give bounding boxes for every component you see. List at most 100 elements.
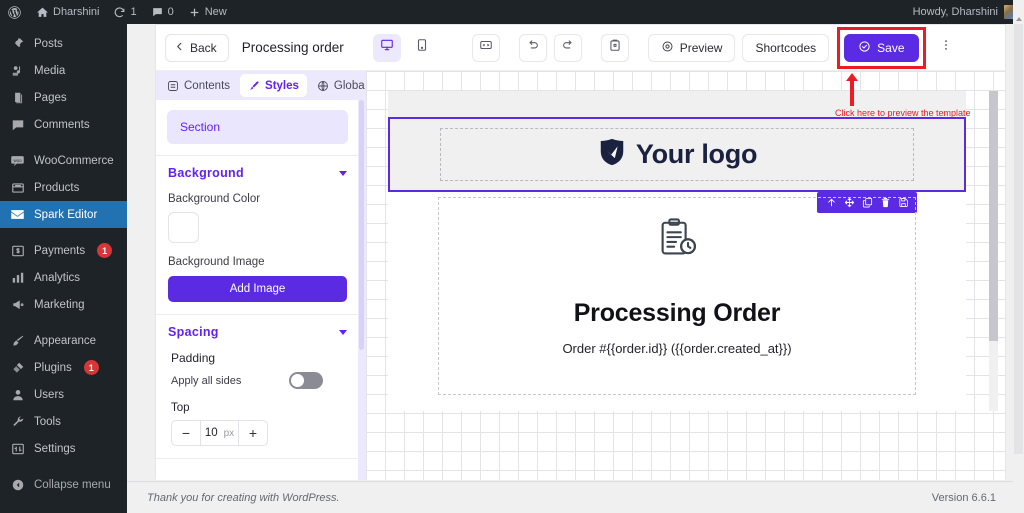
sidebar-item-pages[interactable]: Pages xyxy=(0,84,127,111)
spacing-group-header[interactable]: Spacing xyxy=(168,325,347,339)
sidebar-item-collapse-menu[interactable]: Collapse menu xyxy=(0,471,127,498)
stepper-decrement-button[interactable]: − xyxy=(172,421,200,445)
sidebar-item-spark-editor[interactable]: Spark Editor xyxy=(0,201,127,228)
sidebar-item-plugins[interactable]: Plugins 1 xyxy=(0,354,127,381)
comments-count: 0 xyxy=(167,6,174,18)
desktop-view-button[interactable] xyxy=(372,33,401,62)
shortcodes-label: Shortcodes xyxy=(755,40,817,55)
sidebar-item-label: Settings xyxy=(34,442,76,455)
mobile-view-button[interactable] xyxy=(407,33,436,62)
footer-version: Version 6.6.1 xyxy=(931,491,996,504)
sidebar-item-products[interactable]: Products xyxy=(0,174,127,201)
padding-top-stepper[interactable]: − 10 px + xyxy=(171,420,268,446)
screen: Dharshini 1 0 New Howdy, Dharshini Posts… xyxy=(0,0,1024,513)
new-content-menu[interactable]: New xyxy=(181,0,234,24)
sidebar-item-woocommerce[interactable]: woo WooCommerce xyxy=(0,147,127,174)
more-options-button[interactable] xyxy=(936,34,956,62)
sidebar-item-appearance[interactable]: Appearance xyxy=(0,327,127,354)
shortcodes-button[interactable]: Shortcodes xyxy=(742,33,830,62)
updates-count: 1 xyxy=(130,6,137,18)
panel-scroll-area: Section Background Background Color Back… xyxy=(156,100,359,480)
sidebar-item-label: Posts xyxy=(34,37,63,50)
template-header-section[interactable]: Your logo xyxy=(388,117,966,192)
template-body-section[interactable]: Processing Order Order #{{order.id}} ({{… xyxy=(388,192,966,411)
payments-icon xyxy=(9,242,26,259)
wordpress-logo-icon[interactable] xyxy=(0,0,29,24)
pages-icon xyxy=(9,89,26,106)
undo-button[interactable] xyxy=(518,33,547,62)
sidebar-item-tools[interactable]: Tools xyxy=(0,408,127,435)
sidebar-item-marketing[interactable]: Marketing xyxy=(0,291,127,318)
template-header-block[interactable]: Your logo xyxy=(440,128,914,181)
template-heading[interactable]: Processing Order xyxy=(574,299,781,328)
add-image-button[interactable]: Add Image xyxy=(168,276,347,302)
globe-icon xyxy=(317,80,329,92)
comments-menu[interactable]: 0 xyxy=(144,0,181,24)
chevron-down-icon[interactable] xyxy=(339,170,347,176)
background-color-label: Background Color xyxy=(168,193,261,205)
preview-button[interactable]: Preview xyxy=(647,33,736,62)
back-button[interactable]: Back xyxy=(165,33,229,62)
template-body-block[interactable]: Processing Order Order #{{order.id}} ({{… xyxy=(438,197,916,395)
stepper-increment-button[interactable]: + xyxy=(239,421,267,445)
page-scroll-up-cap xyxy=(1013,0,1024,24)
apply-all-sides-toggle[interactable] xyxy=(289,372,323,389)
stepper-number: 10 xyxy=(204,427,218,439)
sidebar-item-payments[interactable]: Payments 1 xyxy=(0,237,127,264)
check-circle-icon xyxy=(858,40,871,56)
logo-row: Your logo xyxy=(597,137,757,172)
background-image-label: Background Image xyxy=(168,256,265,268)
chevron-down-icon[interactable] xyxy=(339,329,347,335)
account-menu[interactable]: Howdy, Dharshini xyxy=(913,5,1024,19)
updates-menu[interactable]: 1 xyxy=(106,0,143,24)
padding-label: Padding xyxy=(171,351,216,365)
redo-arrow-icon xyxy=(561,38,575,57)
spacing-group-title: Spacing xyxy=(168,325,219,339)
sidebar-item-media[interactable]: Media xyxy=(0,57,127,84)
save-button[interactable]: Save xyxy=(844,33,919,62)
panel-scrollbar[interactable] xyxy=(358,100,365,480)
sidebar-item-analytics[interactable]: Analytics xyxy=(0,264,127,291)
panel-tabs: Contents Styles Global xyxy=(156,71,365,100)
template-sheet: Your logo Processing Order Order #{{orde… xyxy=(388,91,966,411)
undo-arrow-icon xyxy=(526,38,540,57)
stepper-value[interactable]: 10 px xyxy=(200,421,239,445)
howdy-label: Howdy, Dharshini xyxy=(912,6,998,18)
site-name-menu[interactable]: Dharshini xyxy=(29,0,106,24)
page-scrollbar[interactable] xyxy=(1013,24,1024,513)
sidebar-item-comments[interactable]: Comments xyxy=(0,111,127,138)
template-subtext[interactable]: Order #{{order.id}} ({{order.created_at}… xyxy=(562,341,791,356)
sidebar-item-settings[interactable]: Settings xyxy=(0,435,127,462)
pin-icon xyxy=(9,35,26,52)
products-icon xyxy=(9,179,26,196)
sidebar-item-users[interactable]: Users xyxy=(0,381,127,408)
tab-styles[interactable]: Styles xyxy=(240,74,307,97)
stepper-unit: px xyxy=(223,427,235,439)
background-group-header[interactable]: Background xyxy=(168,166,347,180)
wp-admin-bar: Dharshini 1 0 New Howdy, Dharshini xyxy=(0,0,1024,24)
redo-button[interactable] xyxy=(553,33,582,62)
canvas-scrollbar[interactable] xyxy=(989,91,998,411)
clipboard-icon xyxy=(608,38,622,57)
preview-label: Preview xyxy=(679,40,723,55)
selected-element-chip[interactable]: Section xyxy=(167,110,348,144)
background-group: Background Background Color Background I… xyxy=(156,156,359,315)
sidebar-item-label: Pages xyxy=(34,91,67,104)
tab-contents[interactable]: Contents xyxy=(159,74,238,97)
sidebar-item-label: Plugins xyxy=(34,361,72,374)
wp-admin-sidebar: Posts Media Pages Comments woo WooCommer… xyxy=(0,24,127,513)
sidebar-item-posts[interactable]: Posts xyxy=(0,30,127,57)
footer-thanks[interactable]: Thank you for creating with WordPress. xyxy=(147,492,340,504)
template-canvas[interactable]: Your logo Processing Order Order #{{orde… xyxy=(366,71,1005,480)
clipboard-button[interactable] xyxy=(600,33,629,62)
sidebar-item-label: Users xyxy=(34,388,65,401)
menu-divider xyxy=(0,138,127,147)
shield-badge-icon xyxy=(597,137,627,172)
annotation-arrow xyxy=(846,73,858,106)
tab-label: Global xyxy=(333,79,366,92)
background-color-swatch[interactable] xyxy=(168,212,199,243)
svg-text:woo: woo xyxy=(14,158,23,163)
tab-global[interactable]: Global xyxy=(309,74,366,97)
code-view-button[interactable] xyxy=(471,33,500,62)
analytics-icon xyxy=(9,269,26,286)
